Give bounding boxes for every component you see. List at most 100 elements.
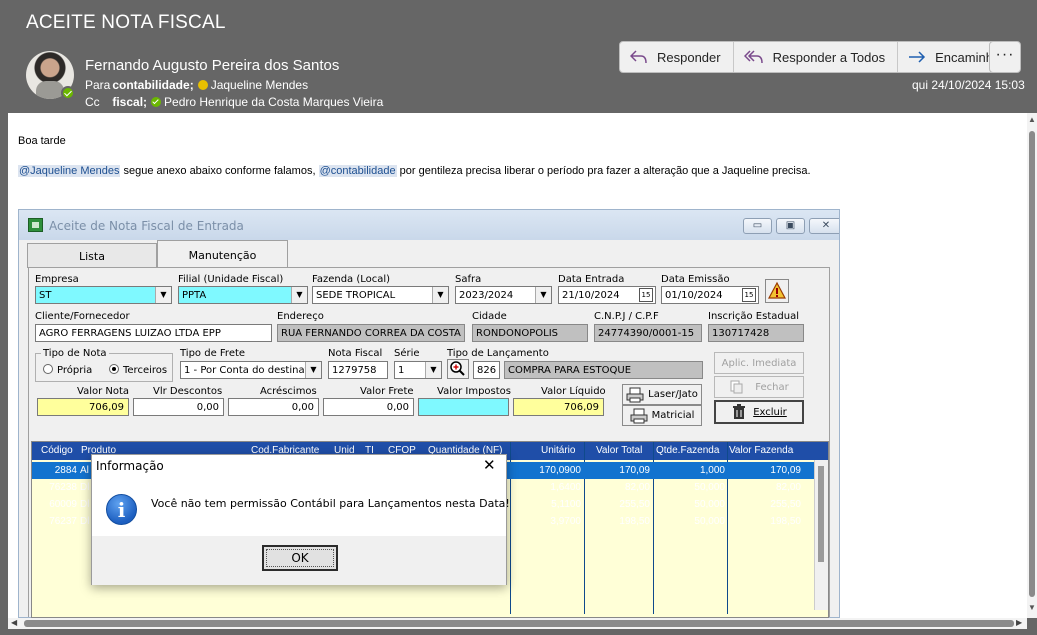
cell-valor-total: 255,50 <box>619 499 650 510</box>
reply-button[interactable]: Responder <box>620 42 734 72</box>
presence-available-icon <box>61 86 75 100</box>
label-empresa: Empresa <box>35 274 79 285</box>
col-qtde-fazenda: Qtde.Fazenda <box>656 445 720 456</box>
recipient-pedro[interactable]: Pedro Henrique da Costa Marques Vieira <box>164 95 383 109</box>
label-tipo-nota: Tipo de Nota <box>41 348 109 359</box>
cidade-field: RONDONOPOLIS <box>472 324 588 342</box>
cell-unitario: 3,9700 <box>550 516 581 527</box>
recipient-fiscal[interactable]: fiscal; <box>112 95 147 109</box>
sent-date: qui 24/10/2024 15:03 <box>912 78 1025 92</box>
dialog-footer: OK <box>92 536 506 585</box>
reply-all-label: Responder a Todos <box>772 49 886 65</box>
laser-jato-label: Laser/Jato <box>648 389 698 400</box>
cell-unitario: 170,0900 <box>539 465 581 476</box>
scroll-thumb[interactable] <box>1029 131 1035 597</box>
label-nota-fiscal: Nota Fiscal <box>328 348 383 359</box>
to-label: Para <box>85 78 111 92</box>
radio-icon <box>43 364 53 374</box>
cell-codigo: 2884 <box>54 465 77 476</box>
recipient-jaqueline[interactable]: Jaqueline Mendes <box>211 78 308 92</box>
presence-away-icon <box>197 80 208 90</box>
label-tipo-frete: Tipo de Frete <box>180 348 246 359</box>
message-text-2: por gentileza precisa liberar o período … <box>396 165 811 177</box>
cc-label: Cc <box>85 95 100 109</box>
cell-qtde: 1,000 <box>699 465 725 476</box>
fechar-label: Fechar <box>755 381 789 393</box>
reply-all-button[interactable]: Responder a Todos <box>734 42 899 72</box>
cell-unitario: 1,6400 <box>550 482 581 493</box>
scroll-down-icon[interactable]: ▼ <box>1028 603 1036 612</box>
valor-frete-field: 0,00 <box>323 398 414 416</box>
search-icon <box>447 359 469 379</box>
label-valor-frete: Valor Frete <box>360 386 414 397</box>
radio-propria: Própria <box>43 364 92 376</box>
cliente-field: AGRO FERRAGENS LUIZAO LTDA EPP <box>35 324 272 342</box>
fechar-button: Fechar <box>714 376 804 398</box>
presence-available-icon <box>151 97 162 107</box>
label-cliente: Cliente/Fornecedor <box>35 311 130 322</box>
aplic-imediata-button: Aplic. Imediata <box>714 352 804 374</box>
calendar-icon: 15 <box>742 288 756 302</box>
close-icon: ✕ <box>809 218 839 234</box>
radio-selected-icon <box>109 364 119 374</box>
label-acrescimos: Acréscimos <box>260 386 317 397</box>
matricial-label: Matricial <box>651 410 695 421</box>
col-codigo: Código <box>41 445 73 456</box>
app-title: Aceite de Nota Fiscal de Entrada <box>49 219 244 233</box>
mention-jaqueline[interactable]: @Jaqueline Mendes <box>18 165 121 177</box>
tipo-frete-field: 1 - Por Conta do destinat <box>180 361 322 379</box>
alert-icon <box>765 279 789 303</box>
more-actions-button[interactable]: ··· <box>989 41 1021 73</box>
scroll-left-icon[interactable]: ◀ <box>11 618 17 627</box>
label-filial: Filial (Unidade Fiscal) <box>178 274 284 285</box>
cell-produto: Dl <box>80 482 90 493</box>
filial-field: PPTA <box>178 286 308 304</box>
label-valor-impostos: Valor Impostos <box>437 386 511 397</box>
label-data-entrada: Data Entrada <box>558 274 625 285</box>
cell-valor-total: 198,50 <box>619 516 650 527</box>
excluir-button: Excluir <box>714 400 804 424</box>
dialog-title: Informação <box>96 459 164 473</box>
to-line: Para contabilidade; Jaqueline Mendes <box>85 78 308 92</box>
cell-valor-fazenda: 82,00 <box>775 482 801 493</box>
printer-icon <box>630 408 648 423</box>
recipient-contabilidade[interactable]: contabilidade; <box>112 78 193 92</box>
label-valor-nota: Valor Nota <box>77 386 130 397</box>
label-cnpj: C.N.P.J / C.P.F <box>594 311 659 322</box>
endereco-field: RUA FERNANDO CORREA DA COSTA <box>277 324 465 342</box>
app-icon <box>28 218 43 232</box>
nota-fiscal-field: 1279758 <box>328 361 388 379</box>
cnpj-field: 24774390/0001-15 <box>594 324 702 342</box>
cell-codigo: 60009 <box>49 499 77 510</box>
email-subject: ACEITE NOTA FISCAL <box>26 12 226 33</box>
vertical-scrollbar[interactable]: ▲ ▼ <box>1027 113 1037 618</box>
minimize-icon: ▭ <box>743 218 772 234</box>
cell-valor-total: 82,00 <box>624 482 650 493</box>
col-valor-fazenda: Valor Fazenda <box>729 445 794 456</box>
maximize-icon: ▣ <box>776 218 805 234</box>
label-cidade: Cidade <box>472 311 507 322</box>
mention-contabilidade[interactable]: @contabilidade <box>318 165 397 177</box>
valor-impostos-field <box>418 398 509 416</box>
radio-terceiros: Terceiros <box>109 364 167 376</box>
reply-all-icon <box>743 50 763 64</box>
scroll-right-icon[interactable]: ▶ <box>1016 618 1022 627</box>
scroll-up-icon[interactable]: ▲ <box>1028 115 1036 124</box>
vlr-descontos-field: 0,00 <box>133 398 224 416</box>
cell-produto: Dl <box>80 499 90 510</box>
label-serie: Série <box>394 348 420 359</box>
reply-icon <box>630 50 647 64</box>
valor-liquido-field: 706,09 <box>513 398 604 416</box>
scroll-thumb[interactable] <box>24 620 1014 627</box>
tipo-lancamento-desc: COMPRA PARA ESTOQUE <box>504 361 703 379</box>
sender-name[interactable]: Fernando Augusto Pereira dos Santos <box>85 57 339 74</box>
label-fazenda: Fazenda (Local) <box>312 274 391 285</box>
label-vlr-descontos: Vlr Descontos <box>153 386 223 397</box>
label-endereco: Endereço <box>277 311 324 322</box>
document-icon <box>730 380 743 394</box>
tab-lista: Lista <box>27 243 157 268</box>
radio-propria-label: Própria <box>57 365 93 376</box>
cell-unitario: 5,1100 <box>551 499 581 510</box>
horizontal-scrollbar[interactable]: ◀ ▶ <box>8 618 1027 629</box>
trash-icon <box>733 404 746 419</box>
